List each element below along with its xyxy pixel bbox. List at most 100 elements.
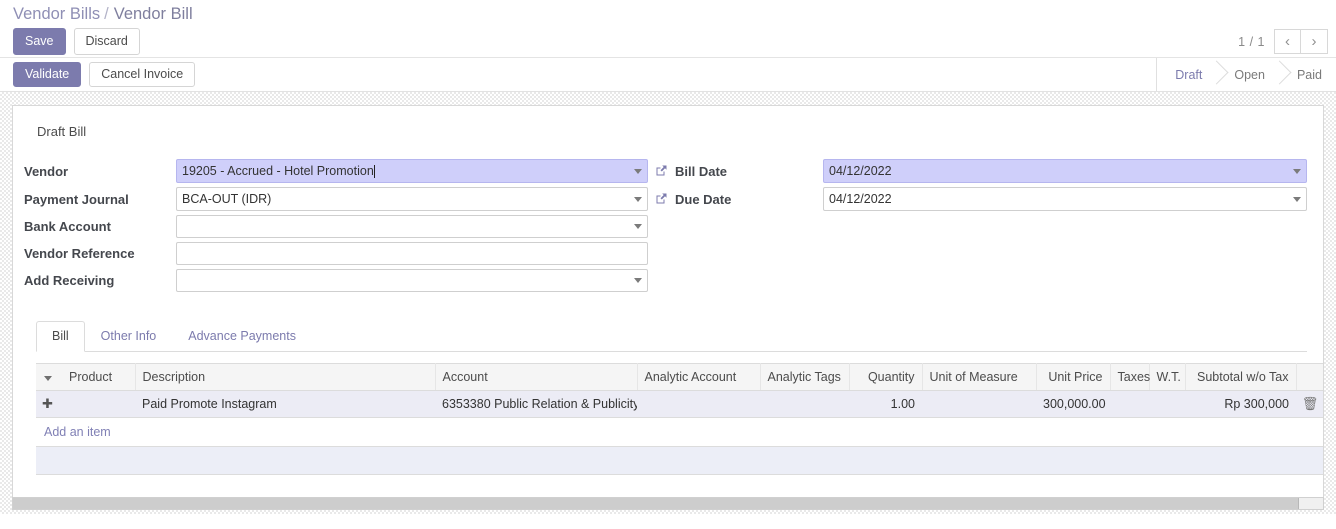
- control-panel: Save Discard 1 / 1 ‹ ›: [0, 26, 1336, 58]
- column-description[interactable]: Description: [135, 363, 436, 391]
- label-vendor-reference: Vendor Reference: [24, 246, 135, 261]
- column-actions: [1296, 363, 1323, 391]
- cancel-invoice-button[interactable]: Cancel Invoice: [89, 61, 196, 88]
- label-due-date: Due Date: [655, 185, 823, 213]
- cell-analytic-account[interactable]: [637, 390, 760, 418]
- vendor-input[interactable]: 19205 - Accrued - Hotel Promotion: [176, 159, 648, 183]
- pager: 1 / 1 ‹ ›: [1238, 29, 1328, 54]
- column-analytic-tags[interactable]: Analytic Tags: [760, 363, 850, 391]
- save-button[interactable]: Save: [13, 27, 66, 56]
- label-add-receiving: Add Receiving: [24, 273, 115, 288]
- add-receiving-dropdown-toggle[interactable]: [630, 270, 646, 291]
- label-bank-account: Bank Account: [24, 219, 111, 234]
- cell-product[interactable]: [62, 390, 135, 418]
- tab-advance-payments[interactable]: Advance Payments: [172, 321, 312, 352]
- chevron-down-icon: [634, 168, 642, 174]
- add-receiving-input[interactable]: [176, 269, 648, 292]
- breadcrumb: Vendor Bills / Vendor Bill: [0, 0, 1336, 26]
- bank-account-input[interactable]: [176, 215, 648, 238]
- column-subtotal[interactable]: Subtotal w/o Tax: [1185, 363, 1297, 391]
- bill-date-value: 04/12/2022: [829, 164, 892, 178]
- text-caret: [373, 164, 375, 178]
- table-filler-row: [36, 446, 1323, 475]
- payment-journal-dropdown-toggle[interactable]: [630, 188, 646, 210]
- tab-other-info[interactable]: Other Info: [85, 321, 173, 352]
- bill-date-dropdown-toggle[interactable]: [1289, 160, 1305, 182]
- chevron-down-icon: [634, 278, 642, 283]
- statusbar-stages: Draft Open Paid: [1156, 58, 1336, 91]
- cell-analytic-tags[interactable]: [760, 390, 849, 418]
- row-drag-handle[interactable]: ✚: [36, 390, 62, 418]
- cell-taxes[interactable]: [1110, 390, 1149, 418]
- external-link-icon[interactable]: [655, 192, 668, 205]
- column-product[interactable]: Product: [62, 363, 136, 391]
- form-sheet: Draft Bill Vendor 19205 - Accrued - Hote…: [12, 105, 1324, 505]
- bill-date-input[interactable]: 04/12/2022: [823, 159, 1307, 183]
- due-date-dropdown-toggle[interactable]: [1289, 188, 1305, 210]
- form-group-left: Vendor 19205 - Accrued - Hotel Promotion…: [24, 157, 648, 294]
- chevron-down-icon: [1293, 196, 1301, 202]
- add-an-item-link[interactable]: Add an item: [44, 425, 111, 439]
- add-item-cell[interactable]: Add an item: [36, 417, 1323, 447]
- vendor-dropdown-toggle[interactable]: [630, 160, 646, 182]
- column-sort-toggle[interactable]: [36, 363, 62, 391]
- horizontal-scrollbar[interactable]: [12, 497, 1324, 510]
- field-row-vendor-reference: Vendor Reference: [24, 240, 648, 267]
- column-account[interactable]: Account: [435, 363, 638, 391]
- pager-next-button[interactable]: ›: [1301, 29, 1328, 54]
- column-unit-of-measure[interactable]: Unit of Measure: [922, 363, 1037, 391]
- vendor-reference-input[interactable]: [176, 242, 648, 265]
- label-vendor: Vendor: [24, 163, 69, 179]
- payment-journal-value: BCA-OUT (IDR): [182, 192, 272, 206]
- cell-description[interactable]: Paid Promote Instagram: [135, 390, 435, 418]
- field-row-vendor: Vendor 19205 - Accrued - Hotel Promotion: [24, 157, 648, 185]
- add-item-row[interactable]: Add an item: [36, 417, 1323, 447]
- label-due-date-text: Due Date: [675, 191, 732, 207]
- cell-unit-price[interactable]: 300,000.00: [1036, 390, 1110, 418]
- vendor-value: 19205 - Accrued - Hotel Promotion: [182, 164, 374, 178]
- breadcrumb-current: Vendor Bill: [113, 5, 193, 23]
- trash-icon: 🗑: [1301, 396, 1319, 411]
- row-delete-button[interactable]: 🗑: [1296, 390, 1323, 418]
- chevron-down-icon: [1293, 168, 1301, 174]
- table-row[interactable]: ✚ Paid Promote Instagram 6353380 Public …: [36, 390, 1323, 418]
- field-row-bank-account: Bank Account: [24, 213, 648, 240]
- table-header-row: Product Description Account Analytic Acc…: [36, 363, 1323, 391]
- column-analytic-account[interactable]: Analytic Account: [637, 363, 761, 391]
- cell-quantity[interactable]: 1.00: [849, 390, 922, 418]
- label-payment-journal: Payment Journal: [24, 191, 129, 207]
- field-row-payment-journal: Payment Journal BCA-OUT (IDR): [24, 185, 648, 213]
- stage-draft[interactable]: Draft: [1157, 58, 1217, 91]
- validate-button[interactable]: Validate: [13, 61, 82, 88]
- sheet-background: Draft Bill Vendor 19205 - Accrued - Hote…: [0, 92, 1336, 514]
- chevron-right-icon: ›: [1311, 33, 1317, 50]
- tab-bill[interactable]: Bill: [36, 321, 85, 352]
- chevron-left-icon: ‹: [1285, 33, 1290, 50]
- bank-account-dropdown-toggle[interactable]: [630, 216, 646, 237]
- invoice-lines-table: Product Description Account Analytic Acc…: [36, 363, 1323, 475]
- column-quantity[interactable]: Quantity: [849, 363, 923, 391]
- label-bill-date-text: Bill Date: [675, 163, 728, 179]
- breadcrumb-separator: /: [104, 5, 109, 23]
- payment-journal-input[interactable]: BCA-OUT (IDR): [176, 187, 648, 211]
- field-row-add-receiving: Add Receiving: [24, 267, 648, 294]
- column-taxes[interactable]: Taxes: [1110, 363, 1150, 391]
- due-date-input[interactable]: 04/12/2022: [823, 187, 1307, 211]
- page-title: Draft Bill: [37, 124, 87, 139]
- column-wt[interactable]: W.T.: [1149, 363, 1186, 391]
- field-row-bill-date: Bill Date 04/12/2022: [655, 157, 1307, 185]
- cell-unit-of-measure[interactable]: [922, 390, 1036, 418]
- horizontal-scrollbar-thumb[interactable]: [13, 498, 1300, 509]
- field-row-due-date: Due Date 04/12/2022: [655, 185, 1307, 213]
- cell-account[interactable]: 6353380 Public Relation & Publicity: [435, 390, 637, 418]
- external-link-icon[interactable]: [655, 164, 668, 177]
- cell-wt[interactable]: [1149, 390, 1185, 418]
- breadcrumb-parent-link[interactable]: Vendor Bills: [13, 5, 100, 24]
- drag-handle-icon: ✚: [42, 396, 53, 411]
- pager-previous-button[interactable]: ‹: [1274, 29, 1301, 54]
- cell-subtotal: Rp 300,000: [1185, 390, 1296, 418]
- column-unit-price[interactable]: Unit Price: [1036, 363, 1111, 391]
- form-groups: Vendor 19205 - Accrued - Hotel Promotion…: [24, 157, 1307, 294]
- table-filler-cell: [36, 446, 1323, 475]
- discard-button[interactable]: Discard: [73, 27, 140, 56]
